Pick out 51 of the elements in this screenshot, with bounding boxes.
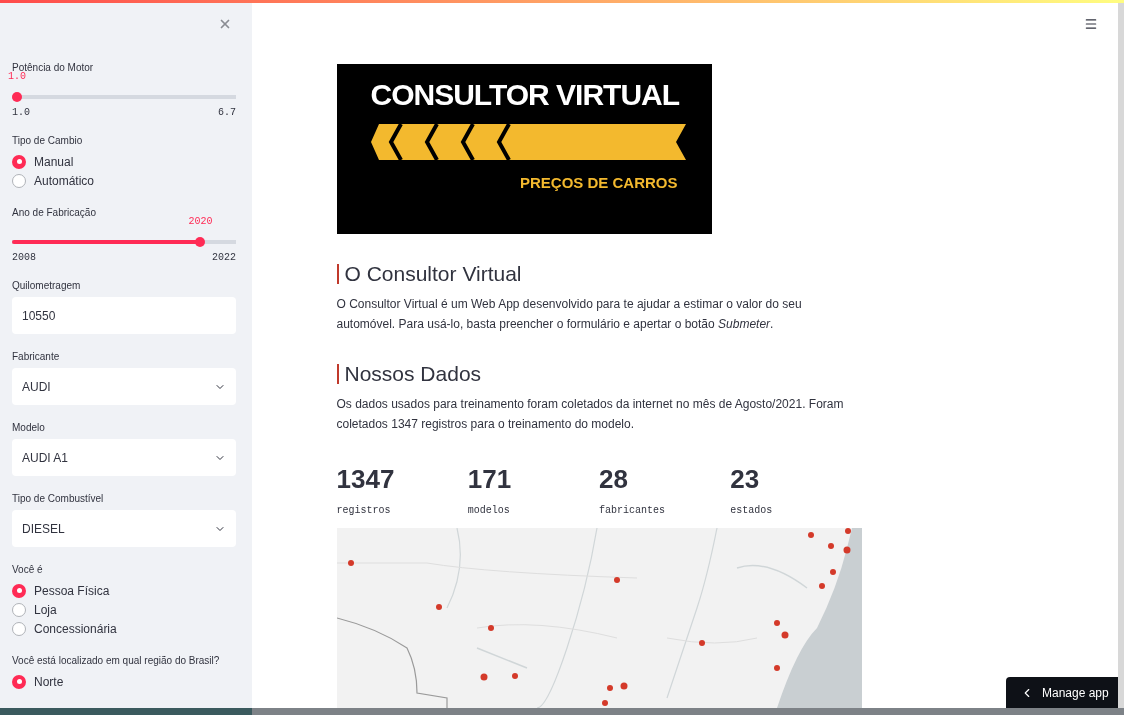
radio-option-label[interactable]: Automático — [34, 173, 95, 188]
select-field[interactable]: DIESEL — [12, 510, 236, 547]
radio-button[interactable] — [12, 173, 26, 188]
section-paragraph: Os dados usados para treinamento foram coletados da internet no mês de Agosto/2021. Foram coletados 1347 registros para o treinamento do modelo. — [336, 396, 845, 433]
field-label: Fabricante — [12, 351, 61, 362]
slider-label: Potência do Motor — [12, 62, 95, 73]
slider-label: Ano de Fabricação — [12, 207, 97, 218]
radio-button[interactable] — [12, 621, 26, 636]
metric-label: fabricantes — [599, 505, 666, 516]
radio-button[interactable] — [12, 674, 26, 689]
radio-button[interactable] — [12, 602, 26, 617]
metric-value: 171 — [467, 464, 513, 495]
section-heading: Nossos Dados — [344, 362, 482, 386]
close-icon[interactable] — [218, 17, 232, 31]
field-label: Quilometragem — [12, 280, 82, 291]
metric-value: 23 — [730, 464, 761, 495]
menu-button[interactable] — [1084, 17, 1098, 31]
banner-title: CONSULTOR VIRTUAL — [370, 77, 680, 113]
manage-app-button[interactable]: Manage app — [1006, 677, 1118, 708]
metric-label: registros — [336, 505, 392, 516]
slider-max: 2022 — [212, 252, 236, 263]
radio-option-label[interactable]: Manual — [34, 154, 74, 169]
radio-option-label[interactable]: Loja — [34, 602, 57, 617]
radio-option-label[interactable]: Pessoa Física — [34, 583, 110, 598]
slider-value: 2020 — [188, 216, 213, 227]
field-label: Modelo — [12, 422, 46, 433]
metric-label: estados — [730, 505, 774, 516]
slider-track[interactable] — [12, 92, 236, 102]
number-input-field[interactable]: 10550 — [12, 297, 236, 334]
section-paragraph: O Consultor Virtual é um Web App desenvolvido para te ajudar a estimar o valor do seu automóvel. Para usá-lo, basta preencher o formulário e apertar o botão Submeter. — [336, 296, 803, 333]
section-heading: O Consultor Virtual — [344, 262, 522, 286]
radio-button[interactable] — [12, 583, 26, 598]
radio-group-label: Você é — [12, 564, 44, 575]
select-field[interactable]: AUDI A1 — [12, 439, 236, 476]
slider-handle[interactable] — [195, 237, 206, 247]
radio-group-label: Tipo de Cambio — [12, 135, 84, 146]
metric-value: 28 — [599, 464, 629, 495]
radio-option-label[interactable]: Concessionária — [34, 621, 117, 636]
slider-min: 1.0 — [12, 107, 30, 118]
slider-min: 2008 — [12, 252, 36, 263]
slider-max: 6.7 — [218, 107, 236, 118]
radio-group-label: Você está localizado em qual região do Brasil? — [12, 655, 221, 666]
slider-handle[interactable] — [12, 92, 22, 102]
select-field[interactable]: AUDI — [12, 368, 236, 405]
metric-label: modelos — [467, 505, 511, 516]
radio-button[interactable] — [12, 154, 26, 169]
slider-value: 1.0 — [8, 71, 26, 82]
banner-subtitle: PREÇOS DE CARROS — [519, 174, 678, 192]
radio-option-label[interactable]: Norte — [34, 674, 64, 689]
field-label: Tipo de Combustível — [12, 493, 105, 504]
metric-value: 1347 — [336, 464, 396, 495]
